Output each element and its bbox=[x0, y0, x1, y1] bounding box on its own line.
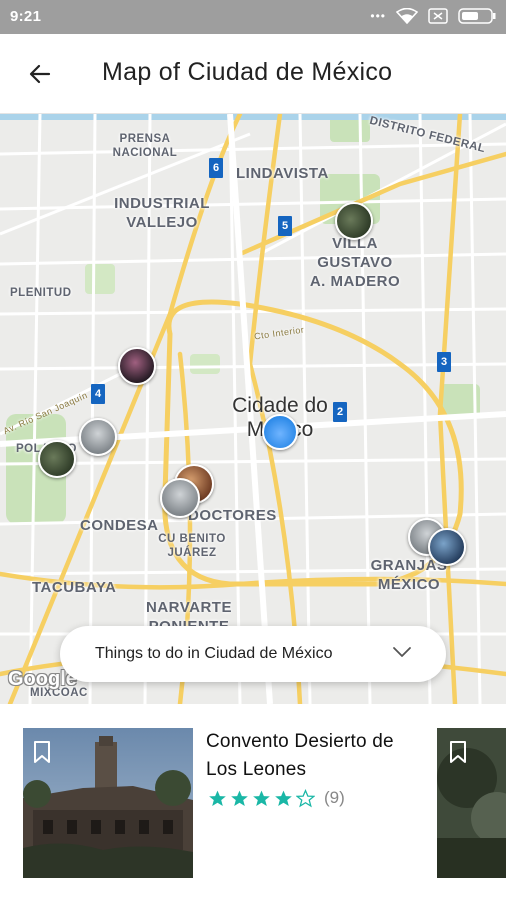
attraction-map-pin[interactable] bbox=[38, 440, 76, 478]
status-icons: ••• bbox=[370, 8, 496, 24]
attraction-card[interactable]: Convento Desierto de Los Leones (9) bbox=[23, 728, 423, 878]
attraction-photo bbox=[23, 728, 193, 878]
attraction-cards-strip[interactable]: Convento Desierto de Los Leones (9) bbox=[0, 704, 506, 900]
map-label-industrial-vallejo: INDUSTRIAL VALLEJO bbox=[114, 195, 210, 231]
more-notifications-icon: ••• bbox=[370, 9, 386, 23]
map-label-tacubaya: TACUBAYA bbox=[32, 579, 117, 596]
metro-station-marker: 2 bbox=[333, 402, 347, 422]
star-filled-icon bbox=[275, 790, 292, 806]
next-attraction-card[interactable] bbox=[437, 728, 506, 878]
app-bar: Map of Ciudad de México bbox=[0, 34, 506, 114]
star-empty-icon bbox=[296, 788, 315, 807]
star-filled-icon bbox=[209, 790, 226, 806]
back-button[interactable] bbox=[20, 56, 60, 92]
map-label-prensa-nacional: PRENSA NACIONAL bbox=[112, 133, 178, 159]
status-bar: 9:21 ••• bbox=[0, 0, 506, 34]
attraction-map-pin[interactable] bbox=[428, 528, 466, 566]
metro-station-marker: 5 bbox=[278, 216, 292, 236]
map-label-doctores: DOCTORES bbox=[188, 507, 277, 524]
map-label-cu-benito: CU BENITO JUÁREZ bbox=[158, 533, 226, 559]
star-filled-icon bbox=[253, 790, 270, 806]
wifi-icon bbox=[396, 8, 418, 24]
battery-icon bbox=[458, 8, 496, 24]
attraction-map-pin[interactable] bbox=[118, 347, 156, 385]
metro-station-marker: 4 bbox=[91, 384, 105, 404]
review-count: (9) bbox=[324, 788, 345, 807]
sim-icon bbox=[428, 8, 448, 24]
map-label-plenitud: PLENITUD bbox=[10, 287, 72, 299]
metro-station-marker: 6 bbox=[209, 158, 223, 178]
things-to-do-dropdown[interactable]: Things to do in Ciudad de México bbox=[60, 626, 446, 682]
star-rating: (9) bbox=[208, 788, 345, 808]
map-label-lindavista: LINDAVISTA bbox=[236, 165, 329, 182]
map-label-villa-gustavo: VILLA GUSTAVO A. MADERO bbox=[309, 235, 401, 290]
attraction-map-pin[interactable] bbox=[335, 202, 373, 240]
next-attraction-photo bbox=[437, 728, 506, 878]
back-arrow-icon bbox=[29, 64, 51, 84]
bookmark-icon[interactable] bbox=[449, 740, 467, 764]
attraction-map-pin[interactable] bbox=[160, 478, 200, 518]
chevron-down-icon bbox=[393, 647, 411, 657]
status-time: 9:21 bbox=[10, 8, 42, 25]
current-location-icon[interactable] bbox=[262, 414, 298, 450]
things-to-do-label: Things to do in Ciudad de México bbox=[95, 645, 333, 662]
attraction-map-pin[interactable] bbox=[79, 418, 117, 456]
attraction-title[interactable]: Convento Desierto de Los Leones bbox=[206, 728, 426, 784]
bookmark-icon[interactable] bbox=[33, 740, 51, 764]
star-filled-icon bbox=[231, 790, 248, 806]
page-title: Map of Ciudad de México bbox=[102, 58, 393, 86]
metro-station-marker: 3 bbox=[437, 352, 451, 372]
map-label-condesa: CONDESA bbox=[80, 517, 159, 534]
map-view[interactable]: PRENSA NACIONAL DISTRITO FEDERAL LINDAVI… bbox=[0, 114, 506, 704]
